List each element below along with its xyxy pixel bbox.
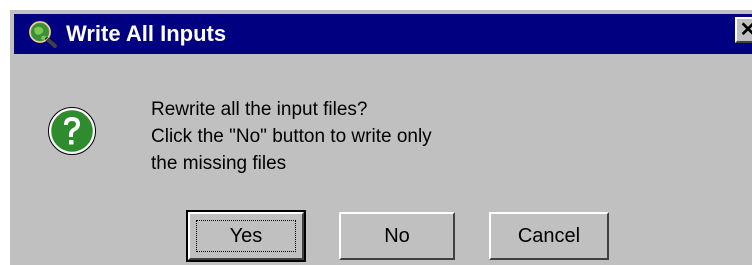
message-text: Rewrite all the input files? Click the "… [151,96,432,177]
title-bar[interactable]: Write All Inputs [14,14,752,54]
cancel-button[interactable]: Cancel [489,212,609,260]
no-button-label: No [384,225,410,247]
close-button[interactable]: ✕ [735,17,752,43]
dialog-window: Write All Inputs ✕ Rewrite all the input… [8,8,752,265]
cancel-button-label: Cancel [517,225,581,247]
question-icon [48,107,96,155]
yes-button[interactable]: Yes [186,210,306,262]
message-line-3: the missing files [151,153,287,174]
message-line-2: Click the "No" button to write only [151,126,432,147]
globe-magnifier-icon [29,21,57,48]
window-title: Write All Inputs [66,21,227,46]
focus-rectangle [196,220,296,252]
no-button[interactable]: No [339,212,455,260]
message-line-1: Rewrite all the input files? [151,99,368,120]
